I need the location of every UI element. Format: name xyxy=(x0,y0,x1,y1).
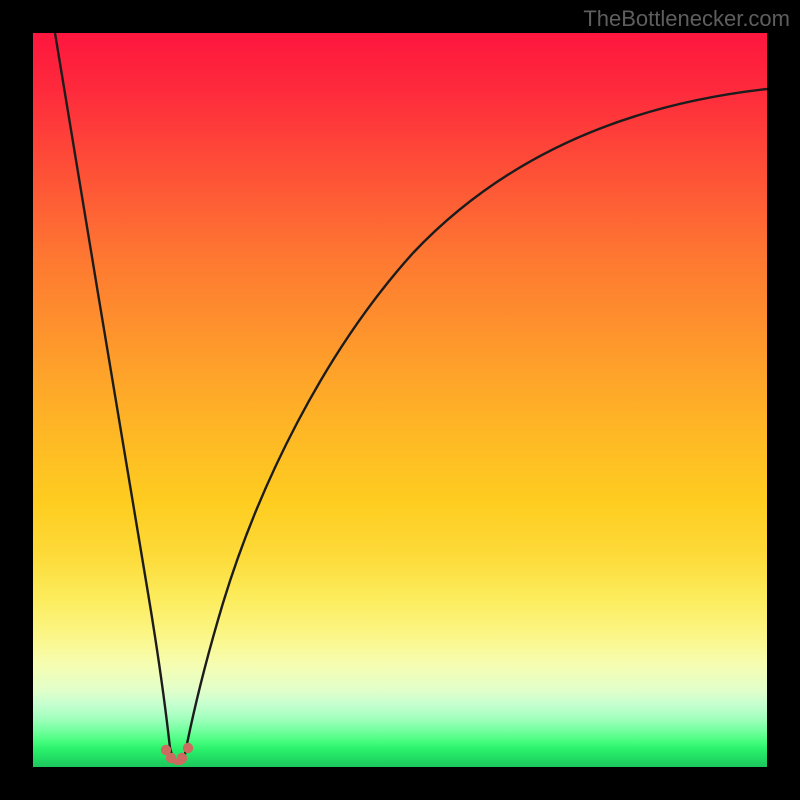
left-curve xyxy=(55,33,173,759)
attribution-text: TheBottlenecker.com xyxy=(583,6,790,32)
cusp-marker xyxy=(177,753,187,763)
cusp-marker xyxy=(166,753,176,763)
right-curve xyxy=(184,89,767,759)
chart-frame: TheBottlenecker.com xyxy=(0,0,800,800)
plot-area xyxy=(33,33,767,767)
cusp-marker xyxy=(183,743,193,753)
curve-layer xyxy=(33,33,767,767)
